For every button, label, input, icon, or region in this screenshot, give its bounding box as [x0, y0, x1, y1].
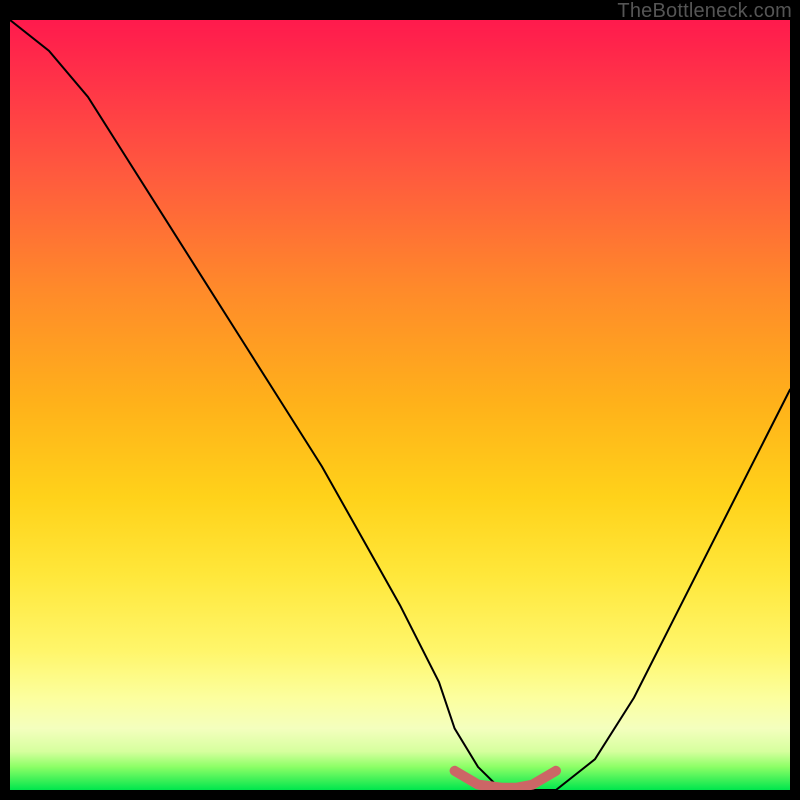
gradient-background: [10, 20, 790, 790]
watermark-text: TheBottleneck.com: [617, 0, 792, 23]
chart-frame: TheBottleneck.com: [0, 0, 800, 800]
